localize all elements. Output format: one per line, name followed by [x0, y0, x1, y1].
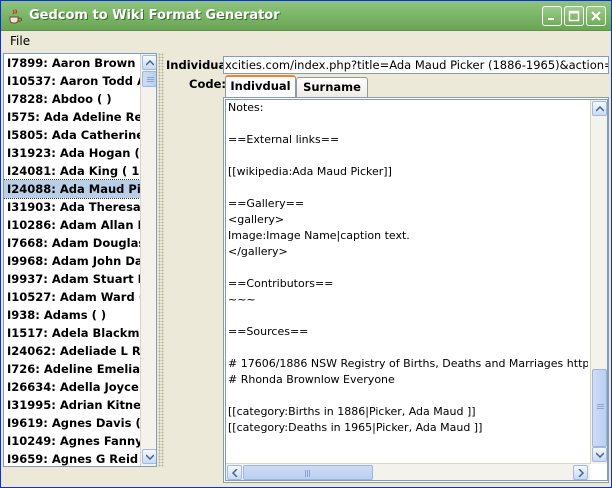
list-item[interactable]: I9937: Adam Stuart May [4, 270, 140, 288]
arrow-up-icon [595, 105, 604, 112]
list-scroll-thumb[interactable] [142, 71, 156, 87]
tab-surname[interactable]: Surname [296, 77, 368, 98]
list-item[interactable]: I24062: Adeliade L R Wa [4, 342, 140, 360]
editor-horizontal-scrollbar[interactable] [226, 463, 590, 480]
list-item[interactable]: I26634: Adella Joyce Isc [4, 378, 140, 396]
split-pane-divider[interactable] [158, 53, 164, 467]
code-line: ==Contributors== [228, 277, 334, 290]
individual-url-field[interactable]: xcities.com/index.php?title=Ada Maud Pic… [223, 56, 609, 74]
list-scroll-up-button[interactable] [142, 55, 156, 70]
editor-scroll-left-button[interactable] [227, 465, 242, 480]
code-text[interactable]: Notes: ==External links== [[wikipedia:Ada … [228, 100, 588, 465]
code-line: # Rhonda Brownlow Everyone [228, 373, 395, 386]
list-item[interactable]: I24088: Ada Maud Picke [4, 179, 140, 199]
code-line: # 17606/1886 NSW Registry of Births, Dea… [228, 357, 588, 370]
code-line: ==External links== [228, 133, 340, 146]
list-item[interactable]: I10527: Adam Ward ( 28 [4, 288, 140, 306]
minimize-button[interactable] [542, 6, 562, 26]
list-item[interactable]: I31995: Adrian Kitney ( [4, 396, 140, 414]
list-item[interactable]: I5805: Ada Catherine Lo [4, 126, 140, 144]
list-item[interactable]: I726: Adeline Emelia Ma [4, 360, 140, 378]
editor-scroll-down-button[interactable] [592, 447, 607, 462]
title-bar[interactable]: Gedcom to Wiki Format Generator [1, 1, 611, 31]
arrow-down-icon [145, 453, 154, 460]
code-line: [[category:Births in 1886|Picker, Ada Ma… [228, 405, 476, 418]
close-button[interactable] [586, 6, 606, 26]
list-item[interactable]: I10249: Agnes Fanny Tr [4, 432, 140, 450]
code-line: Notes: [228, 101, 264, 114]
code-line: ~~~ [228, 293, 256, 306]
list-item[interactable]: I31903: Ada Theresa Ba [4, 198, 140, 216]
editor-scroll-right-button[interactable] [573, 465, 588, 480]
list-item[interactable]: I9619: Agnes Davis ( 20 [4, 414, 140, 432]
list-item[interactable]: I7899: Aaron Brown ( Aft [4, 54, 140, 72]
editor-scroll-up-button[interactable] [592, 101, 607, 116]
app-window: Gedcom to Wiki Format Generator File I78… [0, 0, 612, 488]
tab-individual[interactable]: Indivdual [225, 75, 296, 98]
close-icon [591, 11, 601, 21]
menu-bar: File [1, 32, 611, 52]
list-item[interactable]: I1517: Adela Blackman [4, 324, 140, 342]
arrow-right-icon [577, 468, 584, 477]
list-item[interactable]: I7668: Adam Douglas Cr [4, 234, 140, 252]
editor-hscroll-thumb[interactable] [243, 465, 373, 480]
individuals-list-panel: I7899: Aaron Brown ( AftI10537: Aaron To… [3, 53, 157, 467]
java-cup-icon [9, 9, 22, 24]
list-item[interactable]: I575: Ada Adeline Reed [4, 108, 140, 126]
arrow-up-icon [145, 59, 154, 66]
list-item[interactable]: I7828: Abdoo ( ) [4, 90, 140, 108]
code-line: ==Sources== [228, 325, 309, 338]
menu-file[interactable]: File [10, 34, 30, 48]
code-line: <gallery> [228, 213, 285, 226]
list-scroll-down-button[interactable] [142, 449, 156, 464]
code-line: Image:Image Name|caption text. [228, 229, 410, 242]
window-title: Gedcom to Wiki Format Generator [29, 8, 280, 23]
arrow-left-icon [231, 468, 238, 477]
maximize-icon [568, 10, 580, 22]
list-item[interactable]: I24081: Ada King ( 10 O [4, 162, 140, 180]
individuals-list[interactable]: I7899: Aaron Brown ( AftI10537: Aaron To… [4, 54, 140, 466]
minimize-icon [548, 18, 554, 20]
code-line: ==Gallery== [228, 197, 305, 210]
arrow-down-icon [595, 451, 604, 458]
editor-vertical-scrollbar[interactable] [590, 100, 607, 464]
code-line: [[category:Deaths in 1965|Picker, Ada Ma… [228, 421, 483, 434]
list-vertical-scrollbar[interactable] [140, 54, 156, 466]
code-editor[interactable]: Notes: ==External links== [[wikipedia:Ada … [225, 99, 608, 481]
list-item[interactable]: I10537: Aaron Todd Aitk [4, 72, 140, 90]
maximize-button[interactable] [564, 6, 584, 26]
editor-scroll-thumb[interactable] [592, 369, 607, 447]
tab-content-panel: Notes: ==External links== [[wikipedia:Ada … [223, 97, 609, 483]
list-item[interactable]: I938: Adams ( ) [4, 306, 140, 324]
code-label: Code: [189, 77, 226, 91]
list-item[interactable]: I10286: Adam Allan Pick [4, 216, 140, 234]
code-line: </gallery> [228, 245, 288, 258]
list-item[interactable]: I9968: Adam John Danie [4, 252, 140, 270]
list-item[interactable]: I31923: Ada Hogan ( Aft [4, 144, 140, 162]
list-item[interactable]: I9659: Agnes G Reid ( 1 [4, 450, 140, 466]
code-line: [[wikipedia:Ada Maud Picker]] [228, 165, 392, 178]
